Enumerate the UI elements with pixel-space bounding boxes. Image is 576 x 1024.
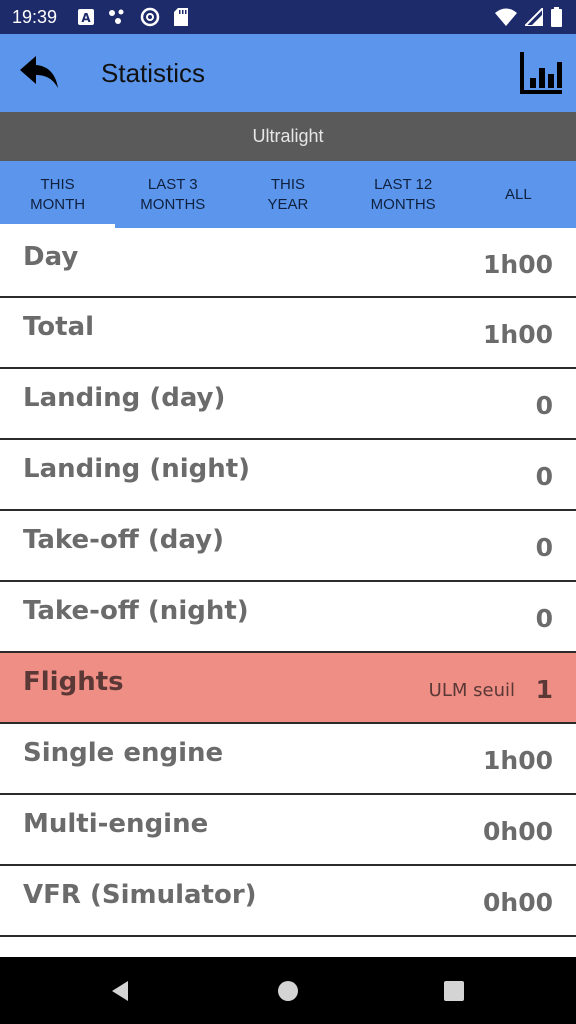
dots-icon <box>109 9 124 24</box>
stat-label: Day <box>23 242 79 272</box>
stat-row-multi-engine: Multi-engine 0h00 <box>0 795 576 866</box>
a-box-icon: A <box>78 9 94 25</box>
battery-icon <box>551 7 562 27</box>
stat-label: Total <box>23 312 95 342</box>
stat-row-flights: Flights ULM seuil 1 <box>0 653 576 724</box>
status-icons-right <box>495 7 562 27</box>
chart-button[interactable] <box>516 50 564 98</box>
stat-value: 1h00 <box>483 746 553 775</box>
reply-arrow-icon <box>20 56 58 88</box>
sd-card-icon <box>174 8 188 26</box>
stat-value: 0 <box>535 533 553 562</box>
stat-row-total: Total 1h00 <box>0 298 576 369</box>
signal-icon <box>525 8 543 26</box>
category-bar: Ultralight <box>0 112 576 161</box>
svg-text:A: A <box>81 11 91 25</box>
nav-home-button[interactable] <box>276 979 300 1007</box>
status-icons-left: A <box>78 7 188 27</box>
home-circle-icon <box>278 981 298 1001</box>
page-title: Statistics <box>101 58 206 88</box>
at-circle-icon <box>140 7 160 27</box>
status-time: 19:39 <box>12 7 58 27</box>
stat-label: Multi-engine <box>23 809 209 839</box>
tab-last-12-months[interactable]: LAST 12 MONTHS <box>346 161 461 228</box>
stat-label: Take-off (day) <box>23 525 224 555</box>
stat-label: Take-off (night) <box>23 596 249 626</box>
stat-row-single-engine: Single engine 1h00 <box>0 724 576 795</box>
stat-label: Single engine <box>23 738 224 768</box>
stat-label: Landing (night) <box>23 454 251 484</box>
stat-value: 1h00 <box>483 250 553 279</box>
stat-value: 1h00 <box>483 320 553 349</box>
stat-value: 0h00 <box>483 817 553 846</box>
tab-this-year[interactable]: THIS YEAR <box>230 161 345 228</box>
stat-value: 1 <box>535 675 553 704</box>
stat-label: Landing (day) <box>23 383 226 413</box>
stat-value: 0h00 <box>483 888 553 917</box>
stat-value: 0 <box>535 462 553 491</box>
bar-chart-icon <box>520 52 562 94</box>
stat-row-takeoff-night: Take-off (night) 0 <box>0 582 576 653</box>
stat-row-landing-night: Landing (night) 0 <box>0 440 576 511</box>
threshold-note: ULM seuil <box>428 680 515 701</box>
back-triangle-icon <box>112 981 128 1001</box>
wifi-icon <box>495 8 517 26</box>
stat-row-landing-day: Landing (day) 0 <box>0 369 576 440</box>
recents-square-icon <box>444 981 464 1001</box>
stat-value: 0 <box>535 604 553 633</box>
stat-row-vfr-simulator: VFR (Simulator) 0h00 <box>0 866 576 937</box>
stat-row-day: Day 1h00 <box>0 228 576 298</box>
stat-label: VFR (Simulator) <box>23 880 257 910</box>
nav-back-button[interactable] <box>108 979 132 1007</box>
tab-this-month[interactable]: THIS MONTH <box>0 161 116 228</box>
statistics-list: Day 1h00 Total 1h00 Landing (day) 0 Land… <box>0 228 576 937</box>
system-nav-bar <box>0 957 576 1024</box>
stat-row-takeoff-day: Take-off (day) 0 <box>0 511 576 582</box>
period-tabs: THIS MONTH LAST 3 MONTHS THIS YEAR LAST … <box>0 161 576 228</box>
status-bar: 19:39 A <box>0 0 576 34</box>
stat-label: Flights <box>23 667 124 697</box>
back-button[interactable] <box>18 52 62 94</box>
app-bar: Statistics <box>0 34 576 112</box>
tab-all[interactable]: ALL <box>461 161 576 228</box>
tab-last-3-months[interactable]: LAST 3 MONTHS <box>115 161 230 228</box>
stat-value: 0 <box>535 391 553 420</box>
category-label: Ultralight <box>252 126 324 146</box>
nav-recents-button[interactable] <box>442 979 466 1007</box>
